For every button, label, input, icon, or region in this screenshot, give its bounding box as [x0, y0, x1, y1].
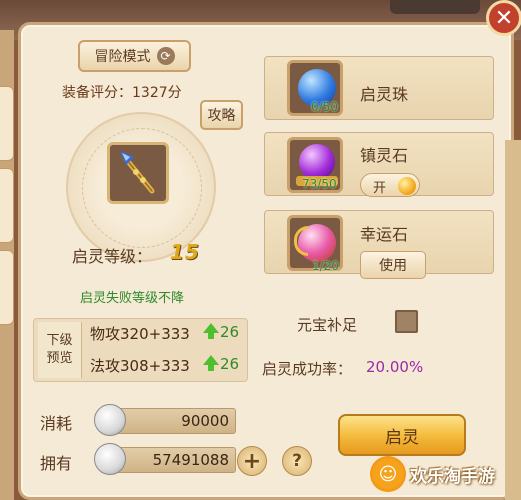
item-count: 1/20	[312, 259, 339, 273]
item-count: 73/50	[302, 177, 337, 191]
question-icon: ?	[292, 451, 302, 471]
mode-label: 冒险模式	[94, 49, 151, 65]
add-currency-button[interactable]: +	[237, 446, 267, 476]
toggle-label: 开	[373, 181, 387, 196]
silver-coin-icon	[94, 404, 126, 436]
watermark: ☺ 欢乐淘手游	[370, 452, 521, 496]
swap-icon: ⟳	[156, 47, 175, 65]
success-rate-value: 20.00%	[366, 358, 424, 376]
silver-coin-icon	[94, 443, 126, 475]
yuanbao-label: 元宝补足	[297, 316, 358, 334]
fail-note: 启灵失败等级不降	[80, 291, 185, 306]
side-tab[interactable]	[0, 250, 14, 325]
item-name: 幸运石	[360, 225, 409, 244]
adventure-mode-button[interactable]: 冒险模式 ⟳	[78, 40, 191, 72]
item-count: 0/50	[311, 100, 338, 114]
watermark-text: 欢乐淘手游	[410, 466, 495, 487]
preview-tag-line1: 下级	[46, 333, 73, 348]
item-name: 镇灵石	[360, 146, 409, 165]
guide-button[interactable]: 攻略	[200, 100, 243, 130]
cost-value: 90000	[181, 412, 229, 430]
preview-tag-line2: 预览	[46, 351, 73, 366]
plus-icon: +	[242, 448, 262, 474]
stat-gain: 26	[220, 323, 240, 341]
right-edge-frame	[505, 140, 521, 500]
toggle-knob	[398, 177, 416, 195]
qiling-button[interactable]: 启灵	[338, 414, 466, 456]
own-label: 拥有	[40, 454, 73, 473]
level-value: 15	[170, 240, 200, 264]
side-tab[interactable]	[0, 86, 14, 161]
preview-tag: 下级 预览	[38, 322, 82, 378]
use-button[interactable]: 使用	[360, 251, 426, 279]
preview-stat-row: 法攻308+333	[90, 355, 190, 376]
top-status-bar	[390, 0, 480, 14]
watermark-logo-icon: ☺	[370, 456, 406, 492]
side-tab[interactable]	[0, 168, 14, 243]
level-label: 启灵等级：	[72, 247, 153, 266]
auto-toggle[interactable]: 开	[360, 173, 420, 197]
equipment-slot[interactable]	[107, 142, 169, 204]
stat-text: 物攻320+333	[90, 325, 190, 343]
stat-text: 法攻308+333	[90, 357, 190, 375]
close-icon: ✕	[494, 5, 514, 31]
score-value: 1327分	[132, 85, 182, 101]
success-rate-label: 启灵成功率：	[262, 360, 353, 378]
score-label: 装备评分：	[62, 85, 132, 101]
yuanbao-checkbox[interactable]	[395, 310, 418, 333]
stat-gain: 26	[220, 355, 240, 373]
help-button[interactable]: ?	[282, 446, 312, 476]
preview-stat-row: 物攻320+333	[90, 323, 190, 344]
staff-icon	[120, 151, 155, 194]
item-name: 启灵珠	[360, 85, 409, 104]
own-value: 57491088	[152, 451, 229, 469]
close-button[interactable]: ✕	[486, 0, 521, 36]
cost-label: 消耗	[40, 414, 73, 433]
equipment-score: 装备评分：1327分	[62, 82, 182, 102]
purple-orb-icon	[299, 144, 335, 180]
